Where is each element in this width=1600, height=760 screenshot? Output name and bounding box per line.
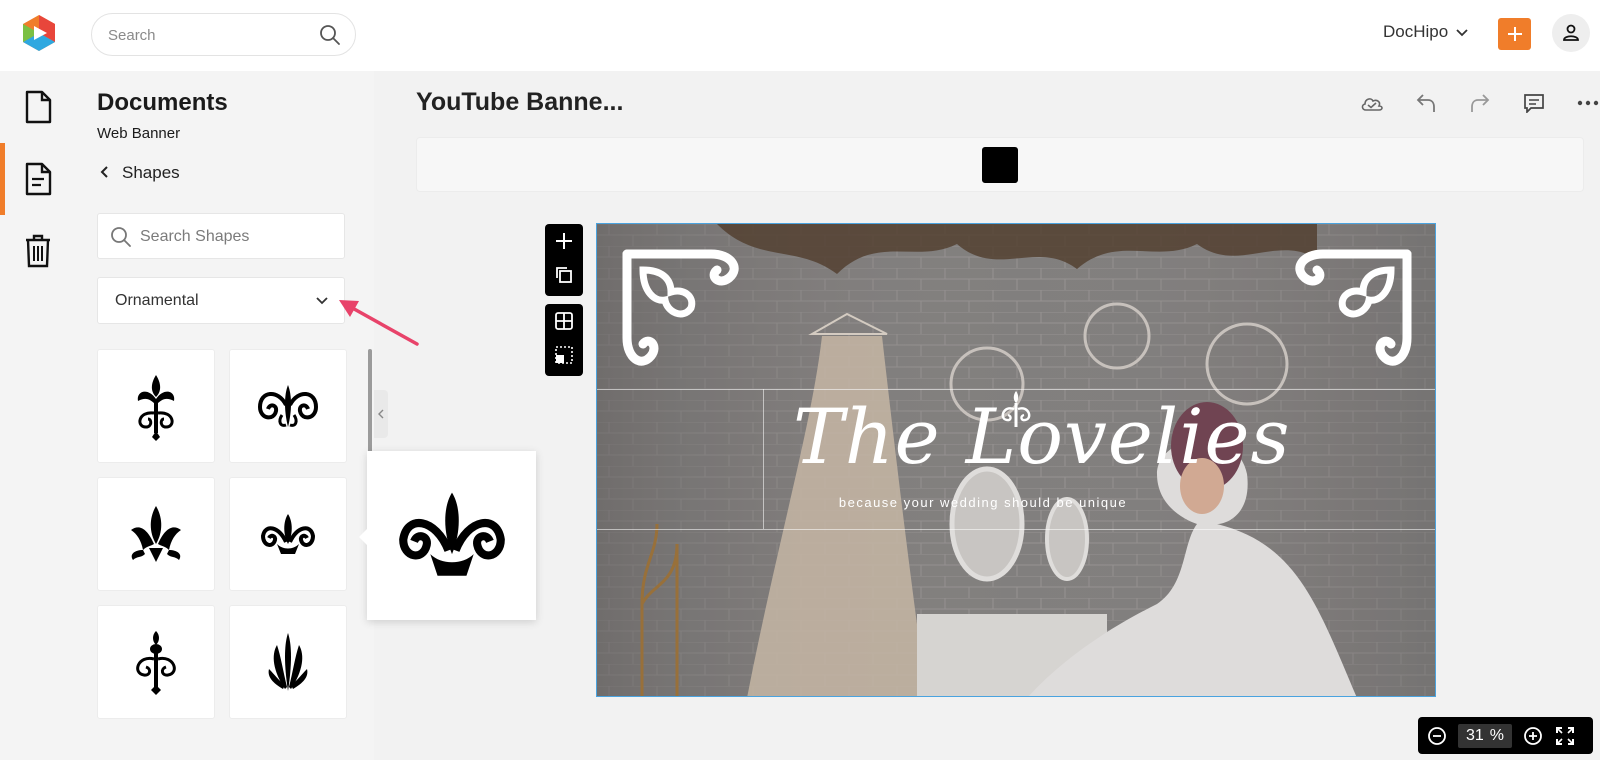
- plus-icon: [1507, 27, 1522, 41]
- banner-title[interactable]: The Lovelies: [793, 392, 1290, 481]
- shape-tile[interactable]: [97, 477, 215, 591]
- account-menu[interactable]: DocHipo: [1383, 22, 1468, 42]
- rail-item-documents[interactable]: [0, 143, 76, 215]
- category-dropdown[interactable]: Ornamental: [97, 277, 345, 324]
- profile-button[interactable]: [1552, 14, 1590, 52]
- account-name: DocHipo: [1383, 22, 1449, 41]
- select-area-button[interactable]: [545, 338, 583, 372]
- add-element-button[interactable]: [545, 224, 583, 258]
- guide-line: [597, 529, 1435, 530]
- back-link-label: Shapes: [122, 163, 180, 182]
- shape-tile[interactable]: [97, 349, 215, 463]
- chevron-down-icon: [316, 292, 328, 310]
- shape-tile[interactable]: [97, 605, 215, 719]
- back-to-shapes-link[interactable]: Shapes: [100, 163, 180, 183]
- left-rail: [0, 71, 76, 760]
- cross-ornament-icon: [136, 631, 176, 695]
- lotus-ornament-icon: [131, 506, 181, 562]
- top-bar: DocHipo: [0, 0, 1600, 71]
- crest-ornament-preview-icon: [398, 492, 505, 576]
- document-actions: [1345, 88, 1600, 118]
- zoom-number: 31: [1466, 726, 1484, 744]
- selection-icon: [555, 346, 573, 364]
- user-icon: [1563, 24, 1579, 41]
- undo-icon[interactable]: [1399, 88, 1453, 118]
- shapes-panel: Documents Web Banner Shapes Ornamental: [76, 71, 374, 760]
- panel-title: Documents: [97, 89, 228, 116]
- shape-tile[interactable]: [229, 605, 347, 719]
- document-title[interactable]: YouTube Banne...: [416, 88, 623, 117]
- zoom-out-icon[interactable]: [1426, 725, 1448, 747]
- plus-icon: [556, 233, 572, 249]
- leaf-ornament-icon: [268, 633, 308, 691]
- fleur-ornament-icon: [137, 375, 175, 441]
- app-logo[interactable]: [20, 14, 58, 52]
- panel-scrollbar[interactable]: [368, 349, 372, 454]
- chevron-left-icon: [378, 409, 384, 419]
- guide-line: [763, 389, 764, 529]
- rail-item-trash[interactable]: [0, 215, 76, 287]
- element-tools: [545, 224, 583, 296]
- shape-tile[interactable]: [229, 349, 347, 463]
- global-search[interactable]: [91, 13, 356, 56]
- zoom-in-icon[interactable]: [1522, 725, 1544, 747]
- shape-preview-popover: [359, 451, 536, 620]
- shape-tile[interactable]: [229, 477, 347, 591]
- crest-ornament-icon: [260, 514, 316, 554]
- design-canvas[interactable]: The Lovelies because your wedding should…: [596, 223, 1436, 697]
- search-input[interactable]: [108, 24, 308, 46]
- create-button[interactable]: [1498, 18, 1531, 50]
- duplicate-button[interactable]: [545, 258, 583, 292]
- fullscreen-icon[interactable]: [1554, 725, 1576, 747]
- format-toolbar: [416, 137, 1584, 192]
- banner-tagline[interactable]: because your wedding should be unique: [793, 495, 1173, 510]
- file-icon: [25, 90, 52, 124]
- search-icon[interactable]: [319, 24, 341, 51]
- collapse-panel-handle[interactable]: [374, 390, 388, 438]
- rail-item-new-document[interactable]: [0, 71, 76, 143]
- shape-search-input[interactable]: [140, 226, 330, 248]
- ornament-corner-right[interactable]: [1283, 248, 1413, 378]
- category-value: Ornamental: [115, 291, 199, 309]
- annotation-arrow: [335, 295, 425, 355]
- document-icon: [25, 162, 52, 196]
- comment-icon[interactable]: [1507, 88, 1561, 118]
- more-options-icon[interactable]: [1561, 88, 1600, 118]
- duplicate-icon: [556, 267, 572, 283]
- fill-color-swatch[interactable]: [982, 147, 1018, 183]
- cloud-save-icon[interactable]: [1345, 88, 1399, 118]
- chevron-down-icon: [1456, 22, 1468, 42]
- zoom-value[interactable]: 31 %: [1458, 723, 1513, 748]
- search-icon: [110, 226, 132, 253]
- panel-subtitle: Web Banner: [97, 125, 181, 142]
- grid-icon: [555, 312, 573, 330]
- zoom-unit: %: [1489, 726, 1505, 744]
- layout-tools: [545, 304, 583, 376]
- trash-icon: [26, 234, 50, 268]
- chevron-left-icon: [100, 163, 108, 183]
- ornament-corner-left[interactable]: [621, 248, 751, 378]
- shape-search-box[interactable]: [97, 213, 345, 259]
- grid-button[interactable]: [545, 304, 583, 338]
- zoom-control: 31 %: [1418, 717, 1593, 754]
- redo-icon[interactable]: [1453, 88, 1507, 118]
- scroll-ornament-icon: [257, 385, 319, 427]
